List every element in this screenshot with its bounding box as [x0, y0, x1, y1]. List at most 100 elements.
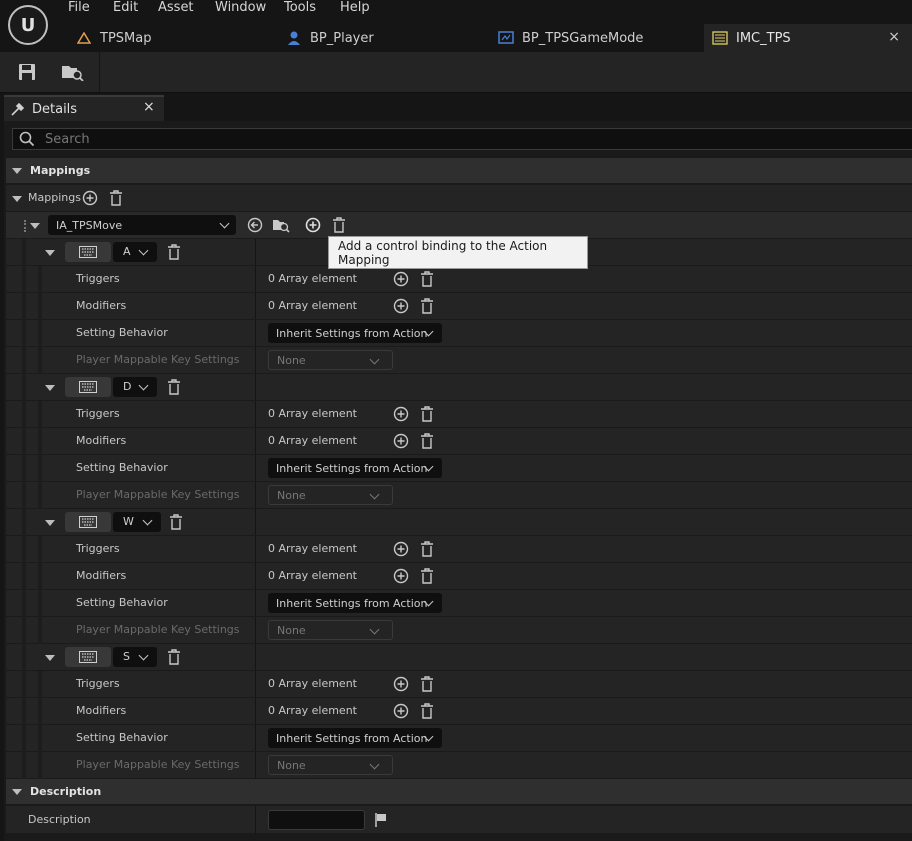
- add-icon[interactable]: [392, 702, 410, 720]
- close-icon[interactable]: ×: [888, 29, 900, 45]
- add-icon[interactable]: [304, 216, 322, 234]
- delete-icon[interactable]: [418, 540, 436, 558]
- category-description[interactable]: Description: [6, 779, 912, 805]
- tab-label: Details: [32, 101, 78, 117]
- player-mappable-key-settings-label: Player Mappable Key Settings: [76, 488, 240, 501]
- delete-icon[interactable]: [107, 189, 125, 207]
- browse-icon[interactable]: [272, 216, 290, 234]
- player-mappable-key-value: None: [277, 353, 306, 367]
- description-input[interactable]: [268, 810, 365, 830]
- delete-icon[interactable]: [330, 216, 348, 234]
- delete-icon[interactable]: [418, 405, 436, 423]
- keyboard-key-button[interactable]: [65, 512, 111, 532]
- close-icon[interactable]: ×: [143, 99, 155, 115]
- collapse-arrow-icon[interactable]: [12, 788, 22, 795]
- key-selector[interactable]: W: [113, 512, 161, 532]
- column-divider: [255, 482, 256, 508]
- menu-file[interactable]: File: [68, 0, 90, 16]
- key-value: S: [123, 650, 130, 663]
- search-input[interactable]: [43, 130, 867, 148]
- setting-behavior-dropdown[interactable]: Inherit Settings from Action: [268, 728, 442, 748]
- category-label: Mappings: [30, 164, 91, 177]
- key-mapping-row: S: [6, 644, 912, 671]
- add-icon[interactable]: [392, 540, 410, 558]
- player-mappable-key-dropdown[interactable]: None: [268, 620, 393, 640]
- setting-behavior-dropdown[interactable]: Inherit Settings from Action: [268, 323, 442, 343]
- menu-window[interactable]: Window: [215, 0, 266, 16]
- column-divider: [255, 266, 256, 292]
- add-icon[interactable]: [81, 189, 99, 207]
- modifiers-value: 0 Array element: [268, 434, 357, 447]
- browse-icon[interactable]: [61, 63, 85, 81]
- delete-icon[interactable]: [165, 243, 183, 261]
- key-selector[interactable]: D: [113, 377, 157, 397]
- menu-edit[interactable]: Edit: [113, 0, 138, 16]
- delete-icon[interactable]: [418, 297, 436, 315]
- menu-asset[interactable]: Asset: [158, 0, 194, 16]
- category-mappings[interactable]: Mappings: [6, 158, 912, 184]
- modifiers-row: Modifiers 0 Array element: [6, 698, 912, 725]
- chevron-down-icon: [138, 650, 149, 661]
- setting-behavior-label: Setting Behavior: [76, 596, 168, 609]
- add-icon[interactable]: [392, 567, 410, 585]
- key-selector[interactable]: S: [113, 647, 157, 667]
- delete-icon[interactable]: [418, 270, 436, 288]
- delete-icon[interactable]: [418, 702, 436, 720]
- keyboard-key-button[interactable]: [65, 377, 111, 397]
- toolbar: [0, 52, 912, 93]
- setting-behavior-dropdown[interactable]: Inherit Settings from Action: [268, 593, 442, 613]
- column-divider: [255, 725, 256, 751]
- collapse-arrow-icon[interactable]: [30, 223, 40, 229]
- flag-icon[interactable]: [372, 811, 390, 829]
- player-mappable-key-value: None: [277, 488, 306, 502]
- collapse-arrow-icon[interactable]: [45, 655, 55, 661]
- keyboard-key-button[interactable]: [65, 647, 111, 667]
- tab-imc-tps[interactable]: IMC_TPS ×: [704, 24, 912, 52]
- action-dropdown[interactable]: IA_TPSMove: [48, 215, 236, 235]
- unreal-logo-icon[interactable]: U: [8, 5, 48, 45]
- use-selected-icon[interactable]: [246, 216, 264, 234]
- tab-details[interactable]: Details ×: [4, 95, 164, 121]
- collapse-arrow-icon[interactable]: [12, 196, 22, 202]
- indent-guide: [38, 482, 42, 509]
- setting-behavior-row: Setting Behavior Inherit Settings from Ac…: [6, 590, 912, 617]
- player-mappable-key-value: None: [277, 623, 306, 637]
- player-mappable-key-dropdown[interactable]: None: [268, 485, 393, 505]
- delete-icon[interactable]: [418, 567, 436, 585]
- column-divider: [255, 401, 256, 427]
- delete-icon[interactable]: [167, 513, 185, 531]
- modifiers-row: Modifiers 0 Array element: [6, 563, 912, 590]
- search-box[interactable]: [12, 128, 912, 150]
- delete-icon[interactable]: [418, 432, 436, 450]
- tab-tpsmap[interactable]: TPSMap: [76, 24, 276, 52]
- add-icon[interactable]: [392, 270, 410, 288]
- collapse-arrow-icon[interactable]: [12, 167, 22, 174]
- tab-bp-tpsgamemode[interactable]: BP_TPSGameMode: [498, 24, 698, 52]
- save-icon[interactable]: [18, 63, 36, 81]
- add-icon[interactable]: [392, 432, 410, 450]
- player-mappable-key-dropdown[interactable]: None: [268, 755, 393, 775]
- indent-guide: [22, 698, 26, 725]
- delete-icon[interactable]: [418, 675, 436, 693]
- player-mappable-key-settings-label: Player Mappable Key Settings: [76, 623, 240, 636]
- add-icon[interactable]: [392, 675, 410, 693]
- add-icon[interactable]: [392, 405, 410, 423]
- add-icon[interactable]: [392, 297, 410, 315]
- collapse-arrow-icon[interactable]: [45, 520, 55, 526]
- setting-behavior-label: Setting Behavior: [76, 731, 168, 744]
- triggers-value: 0 Array element: [268, 542, 357, 555]
- collapse-arrow-icon[interactable]: [45, 250, 55, 256]
- indent-guide: [22, 320, 26, 347]
- delete-icon[interactable]: [165, 648, 183, 666]
- tab-bp-player[interactable]: BP_Player: [286, 24, 486, 52]
- delete-icon[interactable]: [165, 378, 183, 396]
- setting-behavior-dropdown[interactable]: Inherit Settings from Action: [268, 458, 442, 478]
- key-selector[interactable]: A: [113, 242, 157, 262]
- menu-help[interactable]: Help: [340, 0, 370, 16]
- setting-behavior-row: Setting Behavior Inherit Settings from Ac…: [6, 455, 912, 482]
- player-mappable-key-settings-row: Player Mappable Key Settings None: [6, 482, 912, 509]
- menu-tools[interactable]: Tools: [284, 0, 316, 16]
- collapse-arrow-icon[interactable]: [45, 385, 55, 391]
- keyboard-key-button[interactable]: [65, 242, 111, 262]
- player-mappable-key-dropdown[interactable]: None: [268, 350, 393, 370]
